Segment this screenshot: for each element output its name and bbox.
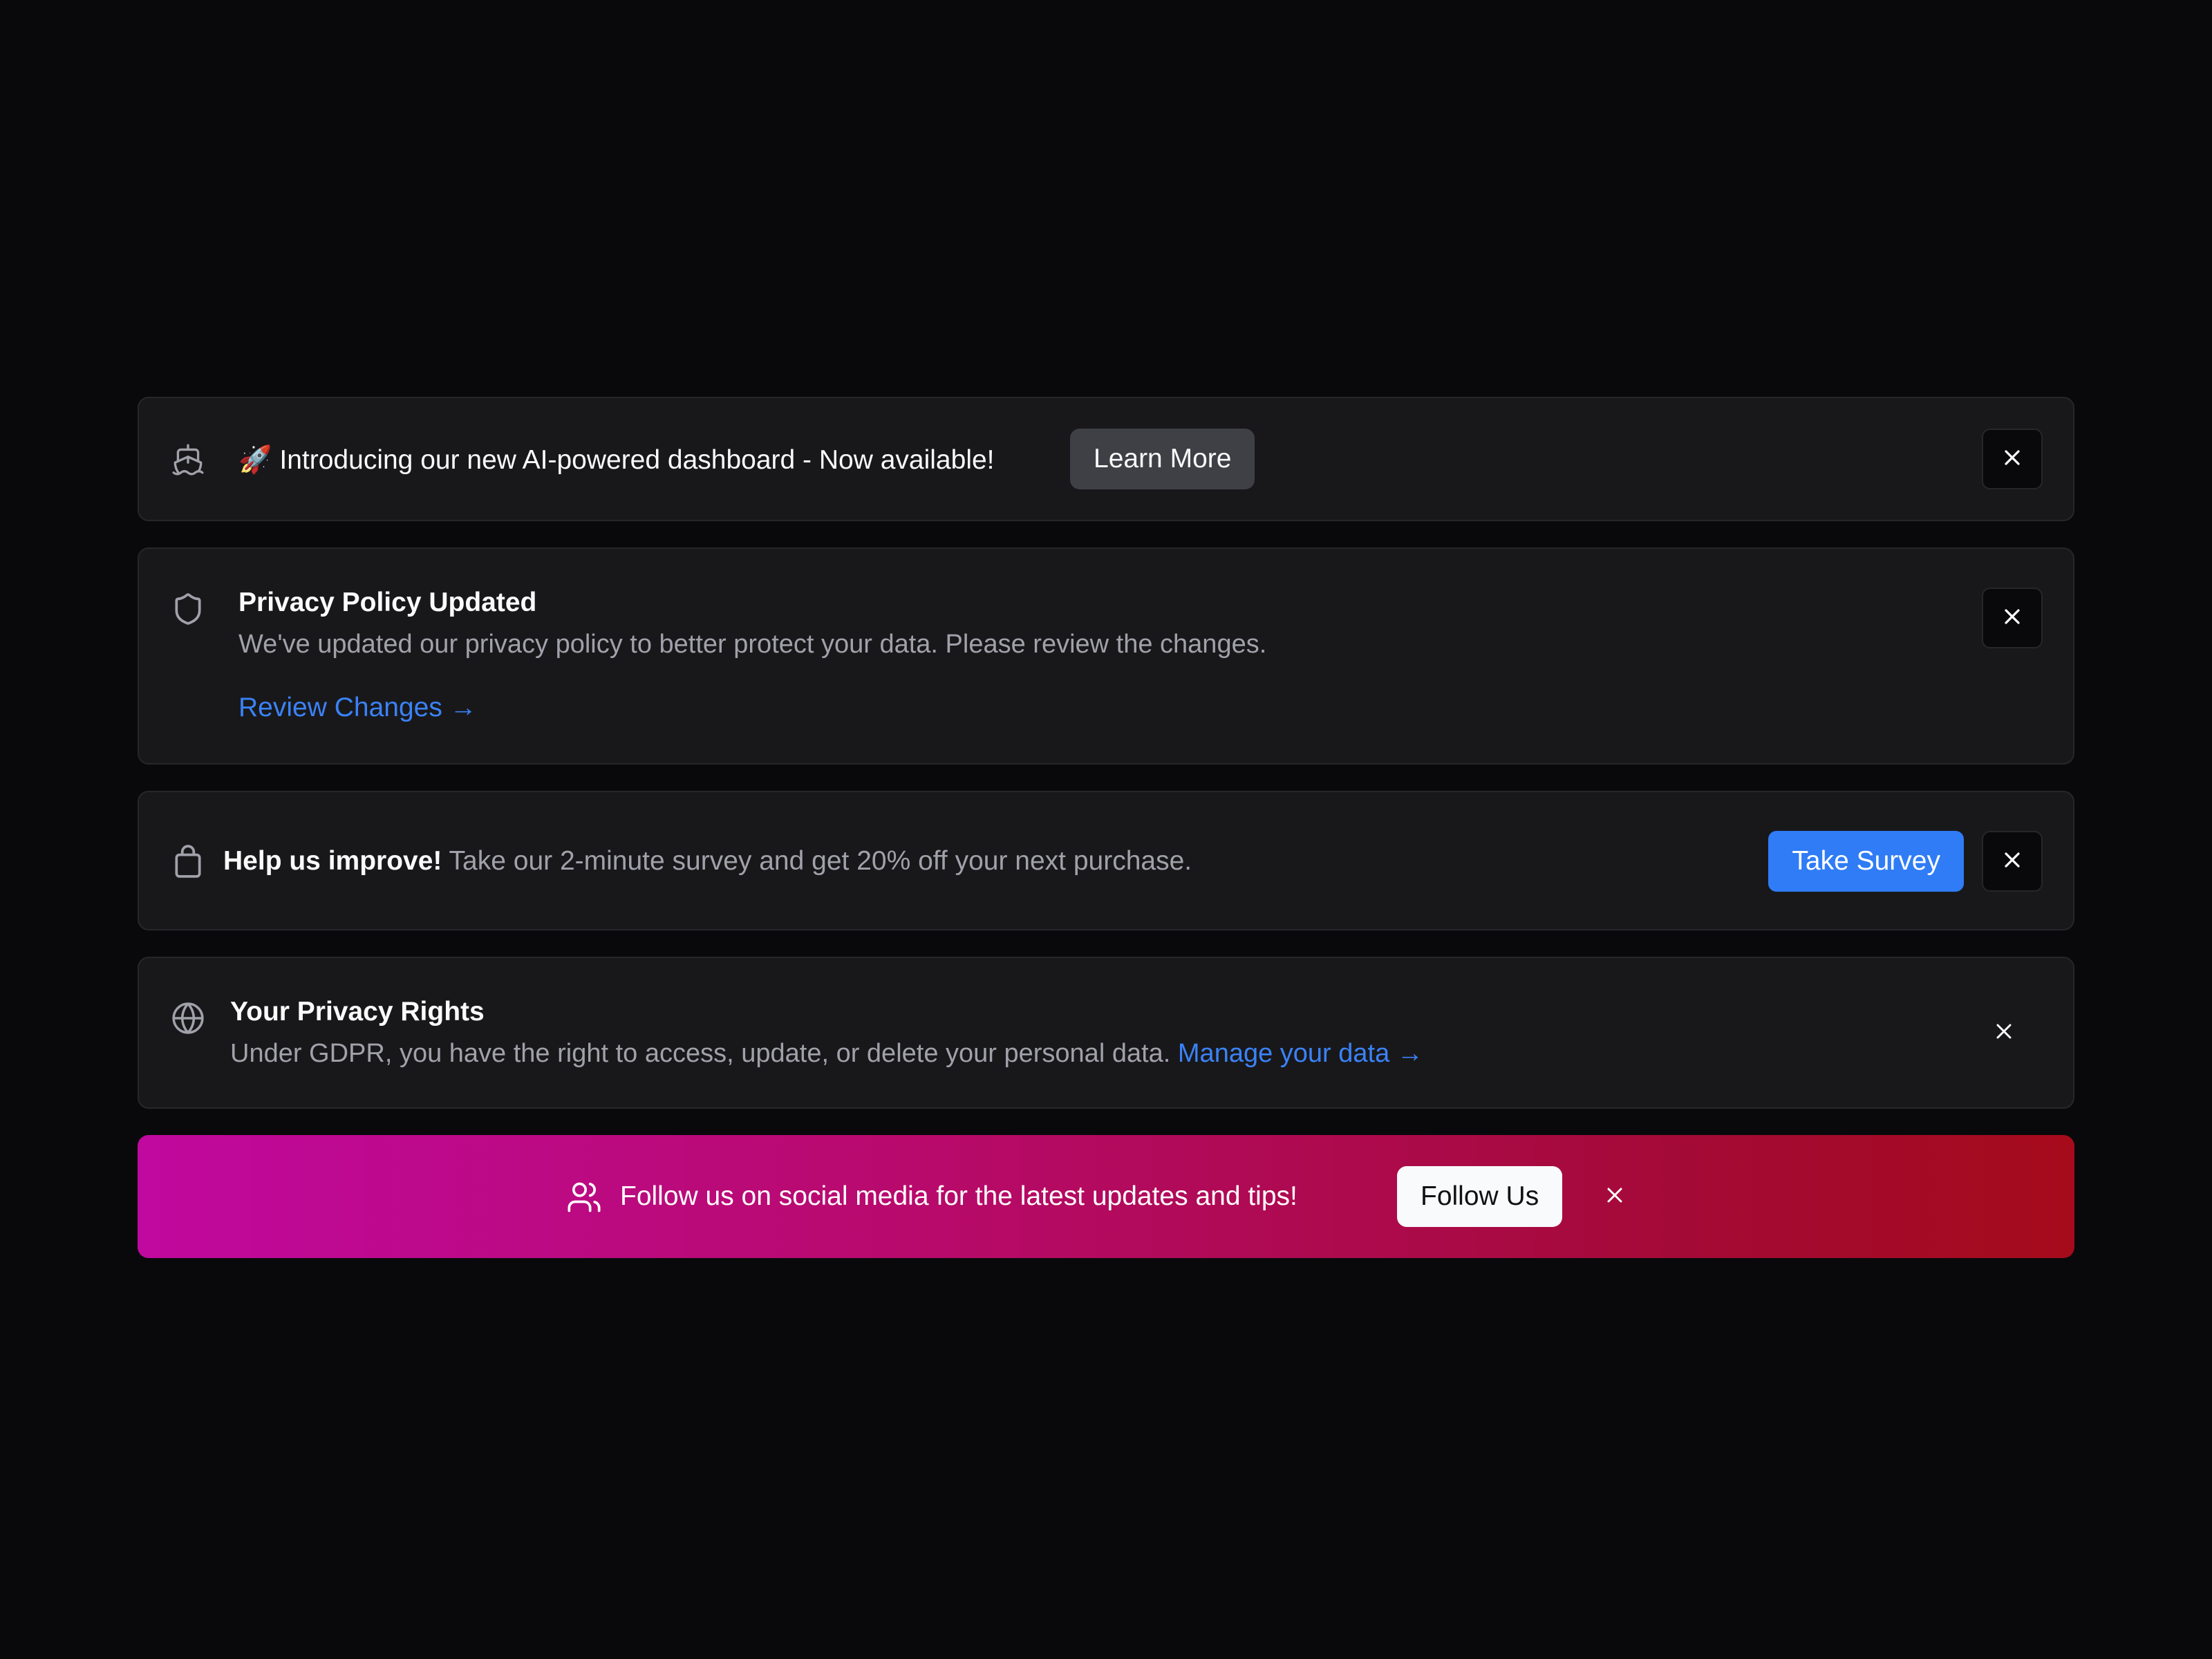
privacy-rights-title: Your Privacy Rights xyxy=(230,997,485,1027)
take-survey-button[interactable]: Take Survey xyxy=(1768,831,1964,892)
privacy-update-description: We've updated our privacy policy to bett… xyxy=(238,630,1267,659)
manage-data-link[interactable]: Manage your data → xyxy=(1178,1039,1423,1068)
review-changes-link[interactable]: Review Changes → xyxy=(238,690,477,726)
shopping-bag-icon xyxy=(172,845,204,879)
learn-more-button[interactable]: Learn More xyxy=(1070,429,1255,489)
close-icon xyxy=(1991,1019,2016,1047)
follow-us-button[interactable]: Follow Us xyxy=(1397,1166,1563,1227)
privacy-update-title: Privacy Policy Updated xyxy=(238,588,537,617)
privacy-update-banner: Privacy Policy Updated We've updated our… xyxy=(138,547,2074,765)
close-social-button[interactable] xyxy=(1594,1176,1635,1217)
privacy-rights-banner: Your Privacy Rights Under GDPR, you have… xyxy=(138,957,2074,1109)
announcement-banner: 🚀 Introducing our new AI-powered dashboa… xyxy=(138,397,2074,521)
privacy-rights-description-line: Under GDPR, you have the right to access… xyxy=(230,1035,1423,1071)
announcement-message: 🚀 Introducing our new AI-powered dashboa… xyxy=(238,445,995,475)
survey-message: Help us improve! Take our 2-minute surve… xyxy=(223,843,1192,879)
survey-text: Take our 2-minute survey and get 20% off… xyxy=(449,846,1192,876)
banner-stack: 🚀 Introducing our new AI-powered dashboa… xyxy=(138,397,2074,1284)
close-privacy-update-button[interactable] xyxy=(1982,588,2043,648)
ship-icon xyxy=(171,442,205,477)
social-message: Follow us on social media for the latest… xyxy=(620,1181,1297,1211)
close-announcement-button[interactable] xyxy=(1982,429,2043,489)
users-icon xyxy=(566,1179,602,1215)
globe-icon xyxy=(171,1001,205,1035)
close-icon xyxy=(2000,604,2025,632)
privacy-rights-description: Under GDPR, you have the right to access… xyxy=(230,1039,1171,1068)
close-icon xyxy=(1602,1183,1627,1211)
social-banner-content: Follow us on social media for the latest… xyxy=(138,1135,2074,1258)
close-survey-button[interactable] xyxy=(1982,831,2043,892)
shield-icon xyxy=(171,592,205,626)
close-icon xyxy=(2000,847,2025,876)
close-privacy-rights-button[interactable] xyxy=(1983,1012,2025,1053)
close-icon xyxy=(2000,445,2025,474)
survey-headline: Help us improve! xyxy=(223,846,442,876)
social-banner: Follow us on social media for the latest… xyxy=(138,1135,2074,1258)
survey-banner: Help us improve! Take our 2-minute surve… xyxy=(138,791,2074,930)
